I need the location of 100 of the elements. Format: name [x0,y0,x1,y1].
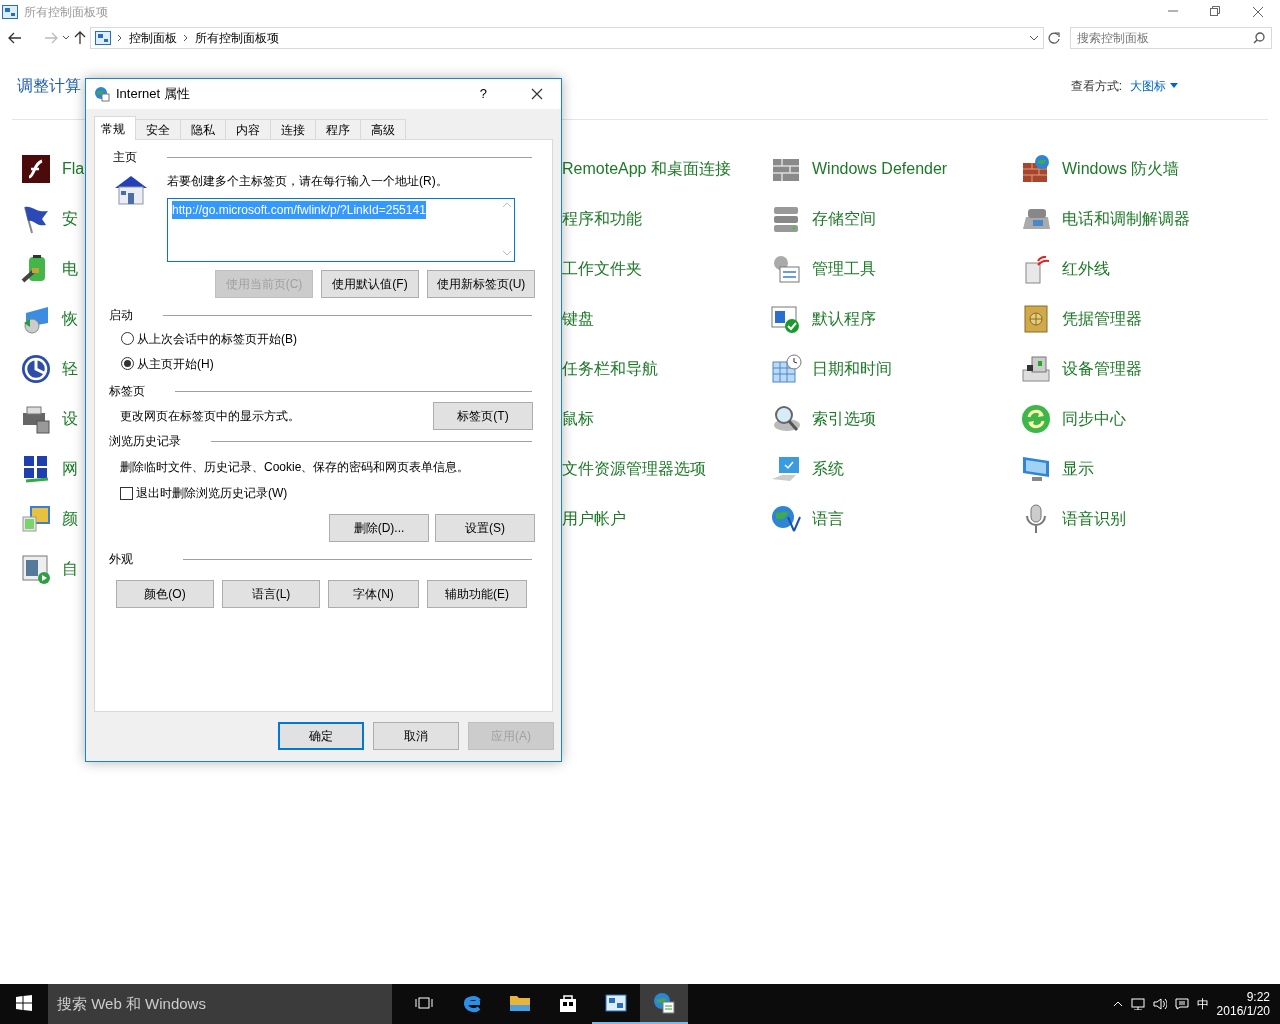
dialog-button[interactable]: 标签页(T) [433,402,533,430]
control-panel-link[interactable]: 电 [62,257,78,281]
control-panel-link[interactable]: 语言 [812,507,844,531]
dialog-button[interactable]: 颜色(O) [116,580,214,608]
control-panel-link[interactable]: 语音识别 [1062,507,1126,531]
control-panel-link[interactable]: 设 [62,407,78,431]
scrollbar-drawing [502,201,512,257]
chevron-icon [183,34,189,42]
firewall-icon [1020,153,1052,185]
control-panel-link[interactable]: 默认程序 [812,307,876,331]
section-heading: 启动 [109,307,133,324]
control-panel-link[interactable]: 安 [62,207,78,231]
printer-icon [20,403,52,435]
globe-icon [94,86,110,102]
up-arrow-icon[interactable] [74,31,86,45]
help-button[interactable]: ? [479,84,487,104]
calendar-icon [770,353,802,385]
chevron-icon [117,34,123,42]
control-panel-link[interactable]: Fla [62,157,85,181]
section-heading: 外观 [109,551,133,568]
refresh-icon[interactable] [1048,32,1060,44]
radio-label[interactable]: 从上次会话中的标签页开始(B) [137,329,297,348]
dialog-button[interactable]: 取消 [373,722,459,750]
app-icon [20,153,52,185]
control-panel-link[interactable]: 工作文件夹 [562,257,642,281]
sync-icon [1020,403,1052,435]
dropdown-icon[interactable] [1029,35,1039,41]
dialog-button[interactable]: 辅助功能(E) [427,580,527,608]
section-heading: 主页 [113,149,137,166]
control-panel-link[interactable]: 红外线 [1062,257,1110,281]
search-placeholder: 搜索控制面板 [1077,30,1149,47]
view-label: 查看方式: [1070,77,1122,95]
checkbox[interactable] [120,486,133,500]
control-panel-link[interactable]: 任务栏和导航 [562,357,658,381]
control-panel-link[interactable]: 轻 [62,357,78,381]
url-field[interactable]: http://go.microsoft.com/fwlink/p/?LinkId=255141 [167,198,515,262]
control-panel-link[interactable]: 凭据管理器 [1062,307,1142,331]
control-panel-link[interactable]: 鼠标 [562,407,594,431]
page-heading: 调整计算 [17,75,81,96]
message-icon[interactable] [1174,998,1189,1010]
volume-icon[interactable] [1152,998,1167,1010]
maximize-icon[interactable] [1210,6,1220,16]
description-text: 删除临时文件、历史记录、Cookie、保存的密码和网页表单信息。 [120,459,471,476]
dialog-button[interactable]: 字体(N) [328,580,419,608]
view-dropdown[interactable]: 大图标 [1130,76,1178,95]
taskbar-app-button[interactable] [640,984,688,1024]
control-panel-link[interactable]: 键盘 [562,307,594,331]
control-panel-link[interactable]: 系统 [812,457,844,481]
dialog-button[interactable]: 确定 [278,722,364,750]
dialog-title: Internet 属性 [116,85,190,104]
control-panel-link[interactable]: 日期和时间 [812,357,892,381]
section-heading: 标签页 [109,383,145,400]
control-panel-link[interactable]: Windows Defender [812,157,948,181]
windows-logo-icon [16,995,32,1011]
tab[interactable]: 常规 [94,116,136,140]
breadcrumb-item[interactable]: 控制面板 [129,29,177,47]
checkbox-label[interactable]: 退出时删除浏览历史记录(W) [136,484,288,502]
breadcrumb-item[interactable]: 所有控制面板项 [195,29,279,47]
control-panel-link[interactable]: 索引选项 [812,407,876,431]
control-panel-link[interactable]: Windows 防火墙 [1062,157,1180,181]
clock-time[interactable]: 9:22 [1246,989,1270,1004]
store-icon [557,992,579,1014]
dialog-button[interactable]: 语言(L) [222,580,320,608]
dialog-button[interactable]: 使用默认值(F) [321,270,419,298]
control-panel-icon [2,5,18,19]
control-panel-link[interactable]: 同步中心 [1062,407,1126,431]
dialog-button[interactable]: 删除(D)... [329,514,429,542]
control-panel-link[interactable]: 文件资源管理器选项 [562,457,706,481]
control-panel-link[interactable]: 存储空间 [812,207,876,231]
taskbar-search-field[interactable]: 搜索 Web 和 Windows [48,984,392,1024]
description-text: 更改网页在标签页中的显示方式。 [120,408,300,425]
search-placeholder: 搜索 Web 和 Windows [57,993,206,1014]
tab[interactable]: 高级 [360,119,406,140]
back-arrow-icon[interactable] [8,32,22,44]
dialog-button[interactable]: 设置(S) [435,514,535,542]
chevron-up-icon[interactable] [1112,1001,1123,1007]
control-panel-link[interactable]: 恢 [62,307,78,331]
dropdown-icon[interactable] [62,35,70,41]
network-icon[interactable] [1130,998,1145,1010]
radio-label[interactable]: 从主页开始(H) [137,354,214,373]
control-panel-link[interactable]: 用户帐户 [562,507,626,531]
control-panel-link[interactable]: 设备管理器 [1062,357,1142,381]
control-panel-link[interactable]: 程序和功能 [562,207,642,231]
search-field[interactable]: 搜索控制面板 [1070,27,1272,49]
device-icon [1020,353,1052,385]
control-panel-icon [95,31,111,45]
close-icon[interactable] [531,88,543,100]
control-panel-link[interactable]: RemoteApp 和桌面连接 [562,157,731,181]
control-panel-link[interactable]: 管理工具 [812,257,876,281]
ime-indicator[interactable]: 中 [1196,995,1209,1013]
house-icon [113,174,149,206]
control-panel-link[interactable]: 显示 [1062,457,1094,481]
close-icon[interactable] [1252,6,1264,18]
control-panel-link[interactable]: 电话和调制解调器 [1062,207,1190,231]
control-panel-link[interactable]: 自 [62,557,78,581]
control-panel-link[interactable]: 网 [62,457,78,481]
control-panel-link[interactable]: 颜 [62,507,78,531]
control-panel-icon [605,992,627,1014]
clock-date[interactable]: 2016/1/20 [1216,1004,1270,1019]
dialog-button[interactable]: 使用新标签页(U) [427,270,535,298]
